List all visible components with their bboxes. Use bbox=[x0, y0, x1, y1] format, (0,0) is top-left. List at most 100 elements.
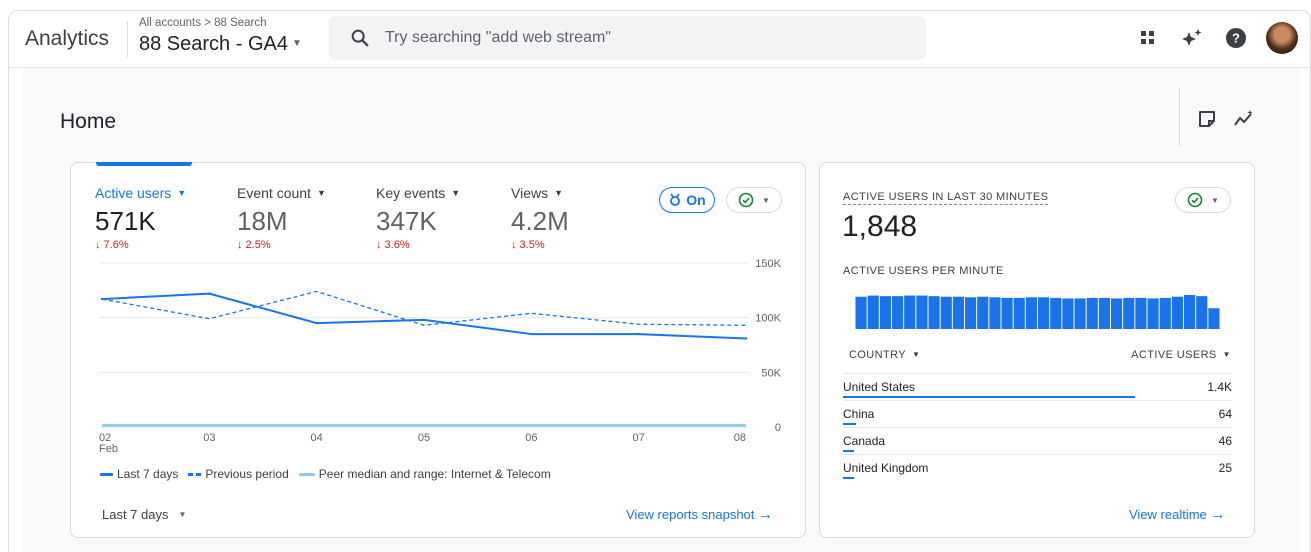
y-tick-label: 0 bbox=[775, 422, 781, 434]
property-name: 88 Search - GA4 bbox=[139, 33, 288, 55]
view-reports-snapshot-link[interactable]: View reports snapshot → bbox=[626, 506, 773, 523]
chevron-down-icon: ▼ bbox=[291, 38, 302, 49]
per-minute-bar bbox=[855, 296, 867, 329]
x-tick-label: 06 bbox=[525, 432, 537, 444]
per-minute-bar bbox=[989, 297, 1001, 329]
per-minute-bar bbox=[1159, 297, 1171, 329]
realtime-active-users-value: 1,848 bbox=[842, 210, 918, 243]
per-minute-bar bbox=[1025, 297, 1037, 329]
y-tick-label: 50K bbox=[761, 367, 781, 379]
y-tick-label: 100K bbox=[755, 313, 781, 325]
overview-card: Active users ▼ 571K ↓ 7.6% Event count ▼ 1… bbox=[70, 162, 806, 538]
account-avatar[interactable] bbox=[1266, 22, 1298, 54]
x-tick-label: 04 bbox=[311, 432, 323, 444]
y-tick-label: 150K bbox=[755, 258, 781, 270]
caret-down-icon: ▼ bbox=[1211, 195, 1219, 205]
chart-legend: Last 7 days Previous period Peer median … bbox=[100, 467, 555, 481]
per-minute-bar-chart bbox=[855, 295, 1220, 329]
per-minute-bar bbox=[1196, 296, 1208, 329]
arrow-right-icon: → bbox=[1210, 506, 1226, 523]
country-value: 46 bbox=[1218, 434, 1232, 448]
per-minute-bar bbox=[1038, 297, 1050, 329]
active-users-column-header[interactable]: ACTIVE USERS ▼ bbox=[1131, 349, 1231, 361]
date-range-selector[interactable]: Last 7 days ▼ bbox=[102, 507, 186, 522]
per-minute-bar bbox=[867, 295, 879, 329]
x-tick-label: 03 bbox=[203, 432, 215, 444]
help-icon[interactable]: ? bbox=[1223, 25, 1249, 51]
realtime-card: ACTIVE USERS IN LAST 30 MINUTES ▼ 1,848 … bbox=[819, 162, 1255, 538]
property-selector[interactable]: 88 Search - GA4 ▼ bbox=[139, 33, 302, 56]
header-divider bbox=[127, 21, 128, 57]
page-title: Home bbox=[60, 110, 117, 133]
per-minute-bar bbox=[1050, 297, 1062, 329]
per-minute-bar bbox=[1111, 298, 1123, 329]
per-minute-bar bbox=[892, 296, 904, 329]
country-name: United States bbox=[843, 380, 916, 394]
data-point bbox=[422, 318, 426, 322]
trend-line-chart: 150K100K50K002 03 04 05 06 07 08Feb bbox=[99, 258, 782, 455]
per-minute-bar bbox=[1062, 298, 1074, 329]
realtime-title[interactable]: ACTIVE USERS IN LAST 30 MINUTES bbox=[843, 191, 1049, 205]
svg-text:?: ? bbox=[1232, 31, 1240, 46]
realtime-data-quality-button[interactable]: ▼ bbox=[1175, 187, 1231, 213]
x-tick-label: 05 bbox=[418, 432, 430, 444]
caret-down-icon: ▼ bbox=[912, 350, 921, 359]
country-value: 25 bbox=[1218, 461, 1232, 475]
caret-down-icon: ▼ bbox=[178, 510, 187, 519]
country-name: United Kingdom bbox=[843, 461, 929, 475]
table-row[interactable]: United Kingdom 25 bbox=[843, 454, 1232, 481]
app-title[interactable]: Analytics bbox=[25, 27, 109, 51]
share-bar bbox=[843, 450, 854, 452]
per-minute-bar bbox=[1171, 296, 1183, 329]
search-input[interactable] bbox=[385, 29, 865, 47]
share-bar bbox=[843, 423, 857, 425]
search-bar[interactable] bbox=[329, 16, 926, 60]
legend-item-previous-period: Previous period bbox=[188, 467, 289, 481]
arrow-right-icon: → bbox=[758, 506, 774, 523]
per-minute-bar bbox=[1001, 297, 1013, 329]
data-point bbox=[208, 292, 211, 295]
per-minute-bar bbox=[1135, 297, 1147, 329]
country-value: 1.4K bbox=[1207, 380, 1232, 394]
annotation-icon[interactable] bbox=[1194, 106, 1220, 132]
view-realtime-link[interactable]: View realtime → bbox=[1129, 506, 1225, 523]
per-minute-label: ACTIVE USERS PER MINUTE bbox=[843, 265, 1004, 277]
check-circle-icon bbox=[1187, 192, 1203, 208]
breadcrumb[interactable]: All accounts > 88 Search bbox=[139, 17, 267, 29]
per-minute-bar bbox=[977, 296, 989, 329]
share-bar bbox=[843, 477, 854, 479]
per-minute-bar bbox=[965, 297, 977, 329]
ai-insights-icon[interactable] bbox=[1179, 25, 1205, 51]
last-7-days-series-line bbox=[101, 292, 747, 340]
country-name: Canada bbox=[843, 434, 886, 448]
data-point bbox=[530, 332, 533, 336]
per-minute-bar bbox=[916, 295, 928, 329]
top-app-bar: Analytics All accounts > 88 Search 88 Se… bbox=[8, 10, 1311, 68]
insights-icon[interactable] bbox=[1231, 106, 1257, 132]
x-tick-sublabel: Feb bbox=[99, 443, 118, 455]
data-point bbox=[315, 321, 318, 325]
per-minute-bar bbox=[1013, 297, 1025, 329]
per-minute-bar bbox=[1086, 297, 1098, 329]
caret-down-icon: ▼ bbox=[1222, 350, 1231, 359]
per-minute-bar bbox=[1074, 298, 1086, 329]
per-minute-bar bbox=[952, 296, 964, 329]
data-point bbox=[100, 297, 104, 301]
table-row[interactable]: China 64 bbox=[843, 400, 1232, 427]
per-minute-bar bbox=[904, 295, 916, 329]
search-icon bbox=[351, 29, 369, 47]
table-row[interactable]: United States 1.4K bbox=[843, 373, 1232, 400]
country-value: 64 bbox=[1218, 407, 1232, 421]
data-point bbox=[637, 332, 640, 336]
per-minute-bar bbox=[940, 296, 952, 329]
toolbar-divider bbox=[1179, 88, 1180, 146]
per-minute-bar bbox=[928, 296, 940, 329]
per-minute-bar bbox=[1098, 297, 1110, 329]
per-minute-bar bbox=[1147, 298, 1159, 329]
country-column-header[interactable]: COUNTRY ▼ bbox=[849, 349, 920, 361]
legend-item-last-7-days: Last 7 days bbox=[100, 467, 178, 481]
per-minute-bar bbox=[879, 296, 891, 329]
data-point bbox=[744, 337, 748, 340]
apps-grid-icon[interactable] bbox=[1135, 25, 1161, 51]
table-row[interactable]: Canada 46 bbox=[843, 427, 1232, 454]
